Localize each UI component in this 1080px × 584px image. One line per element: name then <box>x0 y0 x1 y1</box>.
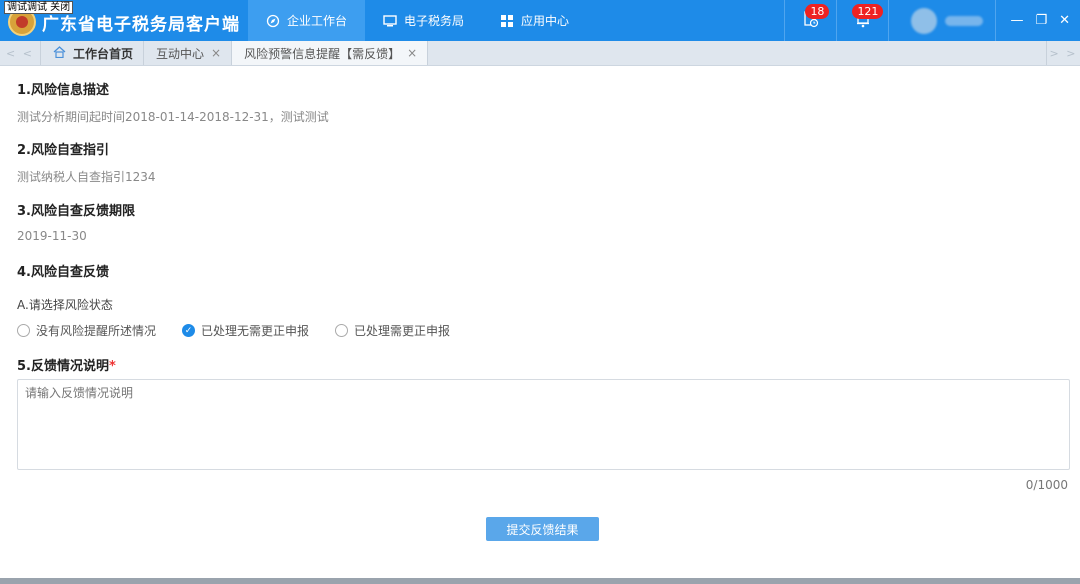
section-title-risk-description: 1.风险信息描述 <box>17 83 109 98</box>
section-title-feedback-deadline: 3.风险自查反馈期限 <box>17 204 135 219</box>
radio-unchecked-icon <box>17 324 30 337</box>
section-title-feedback-explanation: 5.反馈情况说明* <box>17 355 116 374</box>
compass-icon <box>266 14 280 28</box>
risk-description-text: 测试分析期间起时间2018-01-14-2018-12-31，测试测试 <box>17 110 329 124</box>
radio-handled-correction[interactable]: 已处理需更正申报 <box>335 322 450 339</box>
radio-no-risk[interactable]: 没有风险提醒所述情况 <box>17 322 156 339</box>
section-title-self-check-guide: 2.风险自查指引 <box>17 143 109 158</box>
nav-app-center[interactable]: 应用中心 <box>482 0 587 41</box>
nav-e-tax-bureau[interactable]: 电子税务局 <box>365 0 482 41</box>
notice-count-badge: 121 <box>852 4 884 19</box>
debug-tag[interactable]: 调试调试 关闭 <box>4 1 74 14</box>
section-title-self-check-feedback: 4.风险自查反馈 <box>17 265 109 280</box>
user-name-blurred <box>945 15 984 26</box>
window-controls: — ❐ ✕ <box>996 13 1080 28</box>
todo-count-badge: 18 <box>805 4 830 19</box>
radio-label: 已处理需更正申报 <box>354 324 451 338</box>
notification-button[interactable]: 121 <box>836 0 888 41</box>
taskbar-strip <box>0 578 1080 584</box>
grid-icon <box>500 14 514 28</box>
radio-label: 已处理无需更正申报 <box>201 324 310 338</box>
tab-workbench-home[interactable]: 工作台首页 <box>40 41 143 65</box>
close-icon[interactable]: × <box>407 46 417 60</box>
tab-label: 互动中心 <box>156 46 205 61</box>
feedback-explanation-input[interactable] <box>17 379 1070 470</box>
nav-label: 企业工作台 <box>287 14 348 28</box>
tab-risk-warning[interactable]: 风险预警信息提醒【需反馈】 × <box>231 41 428 65</box>
radio-checked-icon: ✓ <box>182 324 196 337</box>
close-icon[interactable]: × <box>211 46 221 60</box>
minimize-icon[interactable]: — <box>1010 13 1023 28</box>
tab-bar: < < 工作台首页 互动中心 × 风险预警信息提醒【需反馈】 × > > <box>0 41 1080 66</box>
radio-label: 没有风险提醒所述情况 <box>36 324 157 338</box>
tab-label: 工作台首页 <box>73 46 134 61</box>
char-counter: 0/1000 <box>1025 478 1068 492</box>
risk-status-radio-group: 没有风险提醒所述情况 ✓ 已处理无需更正申报 已处理需更正申报 <box>17 322 450 339</box>
app-logo-area: 调试调试 关闭 广东省电子税务局客户端 <box>0 0 248 41</box>
self-check-guide-text: 测试纳税人自查指引1234 <box>17 170 156 184</box>
home-icon <box>53 45 66 61</box>
nav-label: 电子税务局 <box>404 14 465 28</box>
tab-spacer <box>427 41 1046 65</box>
tab-scroll-left[interactable]: < < <box>0 41 40 65</box>
feedback-explanation-label: 5.反馈情况说明 <box>17 359 109 374</box>
submit-feedback-button[interactable]: 提交反馈结果 <box>486 517 599 541</box>
required-marker: * <box>108 359 116 374</box>
nav-enterprise-workbench[interactable]: 企业工作台 <box>248 0 366 41</box>
tab-scroll-right[interactable]: > > <box>1046 41 1080 65</box>
user-profile[interactable] <box>888 0 997 41</box>
close-icon[interactable]: ✕ <box>1059 13 1070 28</box>
main-nav: 企业工作台 电子税务局 应用中心 <box>248 0 587 41</box>
header-tools: 18 121 — ❐ ✕ <box>784 0 1080 41</box>
title-bar: 调试调试 关闭 广东省电子税务局客户端 企业工作台 电子税务局 应用中心 18 … <box>0 0 1080 41</box>
nav-label: 应用中心 <box>521 14 570 28</box>
restore-icon[interactable]: ❐ <box>1035 13 1047 28</box>
radio-handled-no-correction[interactable]: ✓ 已处理无需更正申报 <box>182 322 309 339</box>
todo-button[interactable]: 18 <box>784 0 836 41</box>
monitor-icon <box>383 14 397 28</box>
tab-interaction-center[interactable]: 互动中心 × <box>143 41 231 65</box>
radio-unchecked-icon <box>335 324 349 337</box>
avatar <box>911 7 938 34</box>
tab-label: 风险预警信息提醒【需反馈】 <box>244 46 401 61</box>
risk-status-label: A.请选择风险状态 <box>17 298 113 312</box>
feedback-deadline-date: 2019-11-30 <box>17 229 87 243</box>
